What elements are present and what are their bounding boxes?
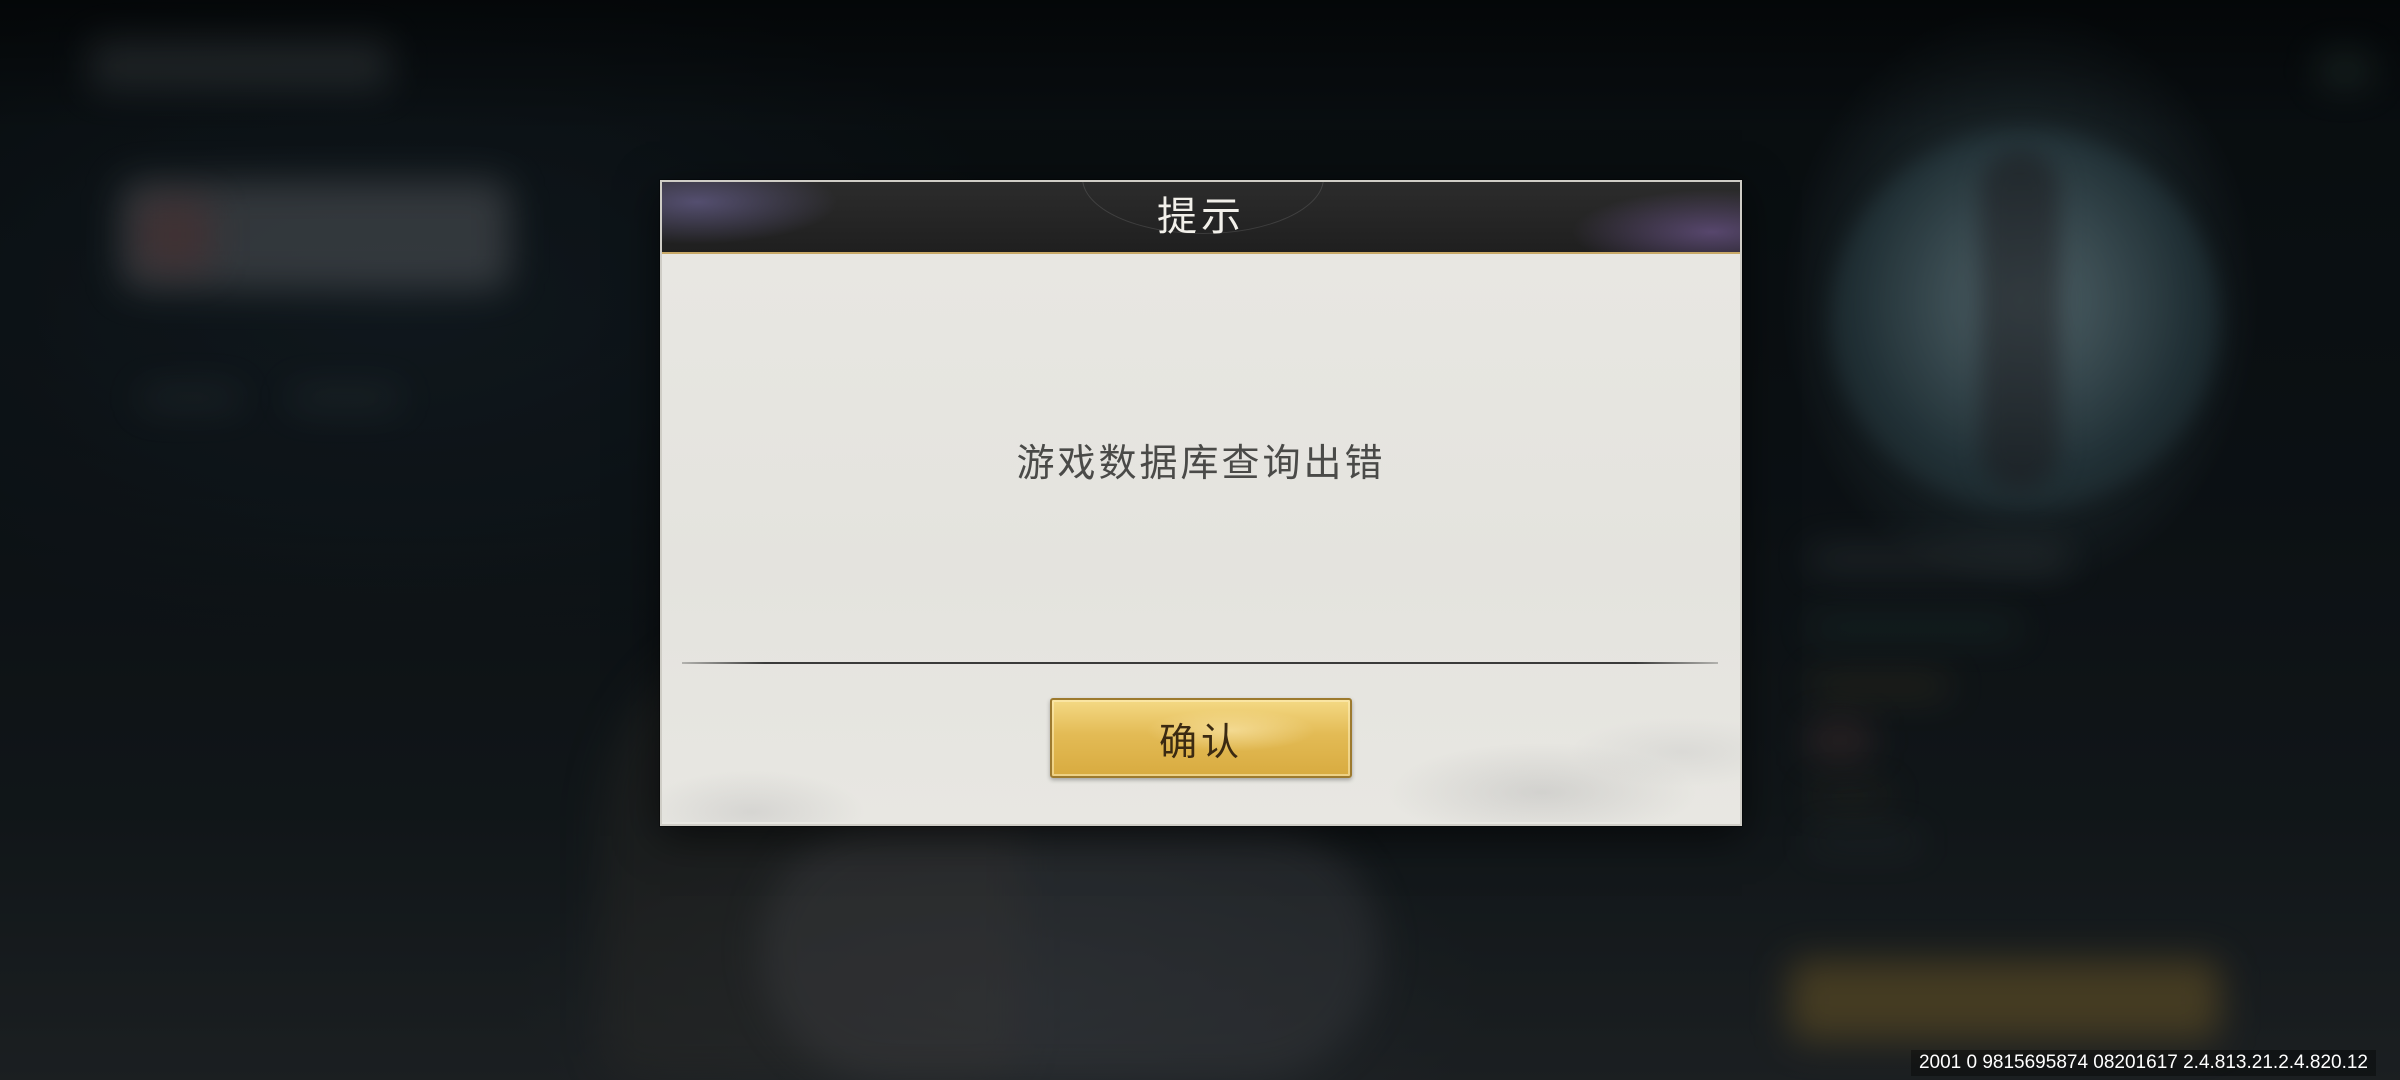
version-info: 2001 0 9815695874 08201617 2.4.813.21.2.…	[1910, 1050, 2376, 1076]
game-screen: 提示 游戏数据库查询出错 确认 2001 0 9815695874 082016…	[0, 0, 2400, 1080]
alert-dialog: 提示 游戏数据库查询出错 确认	[660, 180, 1742, 826]
dialog-message: 游戏数据库查询出错	[1016, 441, 1386, 485]
dialog-header: 提示	[662, 182, 1740, 254]
dialog-divider	[682, 662, 1718, 664]
confirm-button[interactable]: 确认	[1050, 698, 1352, 778]
dialog-title: 提示	[1157, 194, 1245, 240]
